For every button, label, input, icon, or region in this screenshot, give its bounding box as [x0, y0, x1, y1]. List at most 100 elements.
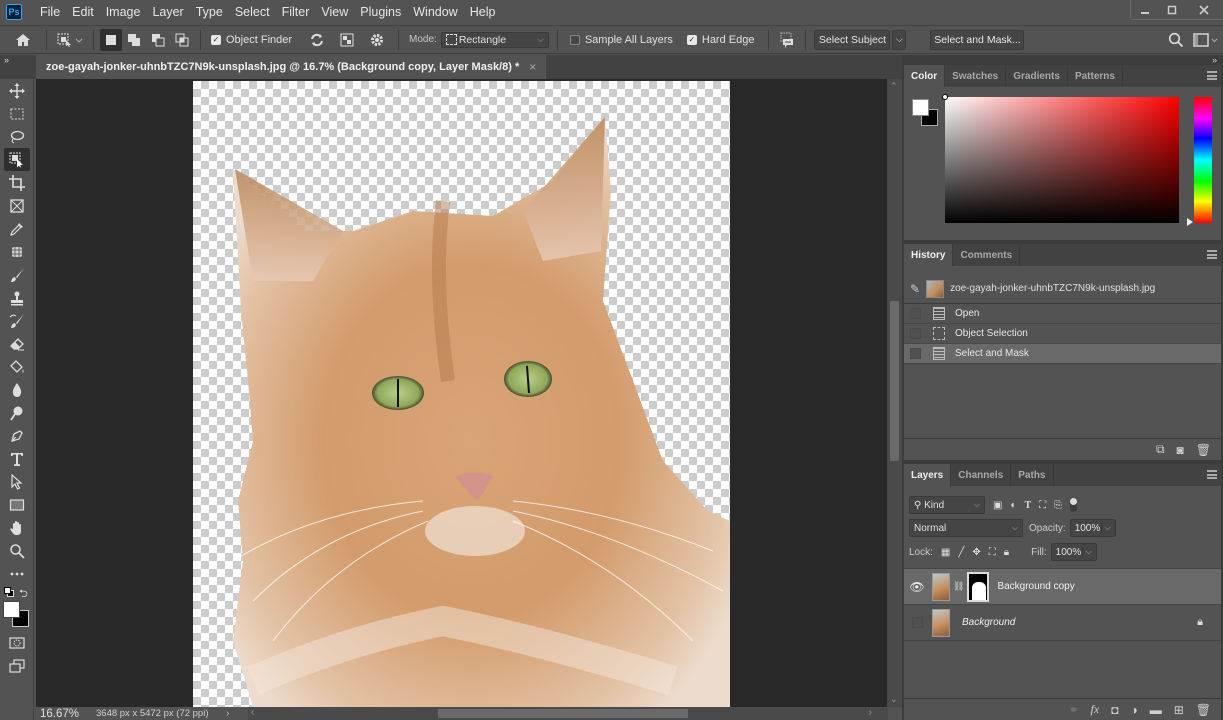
hard-edge-checkbox[interactable]: ✓ Hard Edge	[686, 34, 754, 46]
menu-filter[interactable]: Filter	[276, 0, 316, 24]
history-state[interactable]: Object Selection	[904, 324, 1221, 344]
document-canvas[interactable]	[193, 81, 730, 707]
adjustment-layer-icon[interactable]: ◑	[1130, 703, 1137, 717]
eyedropper-tool[interactable]	[0, 217, 34, 240]
hand-tool[interactable]	[0, 516, 34, 539]
intersect-selection-button[interactable]	[170, 29, 194, 51]
menu-view[interactable]: View	[315, 0, 354, 24]
tab-layers[interactable]: Layers	[904, 464, 952, 486]
layer-mask-thumbnail[interactable]	[967, 571, 990, 602]
layer-locked-icon[interactable]: 🔒︎	[1197, 616, 1203, 629]
hue-slider-handle[interactable]	[1187, 218, 1193, 226]
new-group-folder-icon[interactable]: ▬	[1150, 703, 1162, 717]
menu-help[interactable]: Help	[464, 0, 502, 24]
lock-transparent-pixels-icon[interactable]: ▦	[941, 547, 950, 558]
history-state-selected[interactable]: Select and Mask	[904, 344, 1221, 364]
layer-name[interactable]: Background copy	[997, 581, 1074, 592]
zoom-tool[interactable]	[0, 539, 34, 562]
trash-icon[interactable]: 🗑︎	[1196, 703, 1211, 717]
foreground-color-swatch[interactable]	[912, 99, 929, 116]
document-tab[interactable]: zoe-gayah-jonker-uhnbTZC7N9k-unsplash.jp…	[36, 55, 547, 79]
scroll-down-icon[interactable]: ⌄	[890, 694, 898, 705]
tab-history[interactable]: History	[904, 244, 954, 266]
sample-all-layers-checkbox[interactable]: Sample All Layers	[569, 34, 673, 46]
workspace-switcher[interactable]	[1189, 29, 1223, 51]
panel-menu-icon[interactable]	[1207, 470, 1217, 479]
eraser-tool[interactable]	[0, 332, 34, 355]
shape-layer-filter-icon[interactable]: ⛶	[1039, 500, 1046, 511]
fill-field[interactable]: 100% ⌵	[1050, 543, 1097, 561]
pixel-layer-filter-icon[interactable]: ▣	[993, 500, 1002, 511]
mask-link-icon[interactable]: ⛓	[953, 581, 964, 592]
tab-color[interactable]: Color	[904, 65, 946, 87]
trash-icon[interactable]: 🗑︎	[1196, 443, 1211, 457]
rectangular-marquee-tool[interactable]	[0, 102, 34, 125]
select-subject-button[interactable]: Select Subject	[814, 29, 891, 50]
menu-type[interactable]: Type	[190, 0, 229, 24]
select-subject-dropdown[interactable]: ⌵	[892, 29, 907, 50]
chevron-down-icon[interactable]: ⌵	[1081, 547, 1092, 557]
tab-gradients[interactable]: Gradients	[1006, 65, 1068, 87]
vertical-scroll-thumb[interactable]	[890, 301, 899, 461]
history-brush-tool[interactable]	[0, 309, 34, 332]
blend-mode-dropdown[interactable]: Normal ⌵	[909, 519, 1023, 537]
vertical-scrollbar[interactable]: ⌃ ⌄	[887, 79, 902, 707]
move-tool[interactable]	[0, 79, 34, 102]
history-state[interactable]: Open	[904, 304, 1221, 324]
select-and-mask-button[interactable]: Select and Mask...	[930, 29, 1025, 50]
foreground-color-swatch[interactable]	[3, 601, 20, 618]
smart-object-filter-icon[interactable]: ⎘	[1054, 500, 1062, 511]
lock-position-icon[interactable]: ✥	[972, 547, 980, 558]
quick-mask-button[interactable]	[0, 631, 34, 654]
brush-tool[interactable]	[0, 263, 34, 286]
new-document-from-state-icon[interactable]: ⧉	[1156, 442, 1165, 457]
layer-row-background-copy[interactable]: 👁︎ ⛓ Background copy	[904, 569, 1221, 605]
refresh-object-finder-button[interactable]	[302, 29, 332, 51]
tab-patterns[interactable]: Patterns	[1068, 65, 1123, 87]
menu-plugins[interactable]: Plugins	[354, 0, 407, 24]
tab-swatches[interactable]: Swatches	[945, 65, 1007, 87]
lock-artboard-icon[interactable]: ⛶	[989, 547, 996, 558]
menu-layer[interactable]: Layer	[146, 0, 189, 24]
collapse-toolbar-icon[interactable]: »	[0, 55, 36, 65]
new-selection-button[interactable]	[100, 28, 122, 51]
tool-preset-picker[interactable]	[53, 29, 87, 51]
visibility-toggle-off[interactable]	[904, 617, 930, 628]
pen-tool[interactable]	[0, 424, 34, 447]
new-layer-icon[interactable]: ⊞	[1174, 703, 1184, 717]
scroll-up-icon[interactable]: ⌃	[890, 81, 898, 92]
tab-paths[interactable]: Paths	[1011, 464, 1054, 486]
history-brush-source-box[interactable]	[910, 308, 921, 319]
edit-toolbar-button[interactable]	[0, 562, 34, 585]
mode-dropdown[interactable]: Rectangle ⌵	[440, 31, 549, 48]
feedback-button[interactable]	[775, 29, 799, 51]
paint-bucket-tool[interactable]	[0, 355, 34, 378]
object-finder-settings-button[interactable]	[362, 29, 392, 51]
history-brush-source-box[interactable]	[910, 348, 921, 359]
collapse-panels-icon[interactable]: »	[1212, 55, 1217, 65]
layer-filter-kind-dropdown[interactable]: ⚲ Kind ⌵	[909, 496, 985, 514]
saturation-brightness-picker[interactable]	[942, 94, 1179, 223]
color-picker-cursor[interactable]	[942, 94, 948, 100]
history-snapshot[interactable]: ✎ zoe-gayah-jonker-uhnbTZC7N9k-unsplash.…	[904, 274, 1221, 304]
chevron-down-icon[interactable]: ⌵	[1100, 523, 1111, 533]
lock-image-pixels-icon[interactable]: ╱	[958, 547, 964, 558]
tab-comments[interactable]: Comments	[953, 244, 1021, 266]
maximize-button[interactable]	[1158, 0, 1185, 20]
lasso-tool[interactable]	[0, 125, 34, 148]
menu-window[interactable]: Window	[407, 0, 463, 24]
type-tool[interactable]	[0, 447, 34, 470]
object-selection-tool[interactable]	[4, 148, 30, 171]
screen-mode-button[interactable]	[0, 654, 34, 677]
layer-row-background[interactable]: Background 🔒︎	[904, 605, 1221, 641]
search-button[interactable]	[1163, 29, 1189, 51]
layer-thumbnail[interactable]	[932, 572, 950, 601]
dodge-tool[interactable]	[0, 401, 34, 424]
link-layers-icon[interactable]: ⚭	[1068, 703, 1078, 717]
camera-snapshot-icon[interactable]: ◙	[1177, 443, 1184, 457]
opacity-field[interactable]: 100% ⌵	[1069, 519, 1116, 537]
blur-tool[interactable]	[0, 378, 34, 401]
close-tab-icon[interactable]: ×	[529, 60, 536, 74]
adjustment-layer-filter-icon[interactable]: ◐	[1010, 500, 1016, 511]
canvas-area[interactable]	[36, 79, 887, 707]
